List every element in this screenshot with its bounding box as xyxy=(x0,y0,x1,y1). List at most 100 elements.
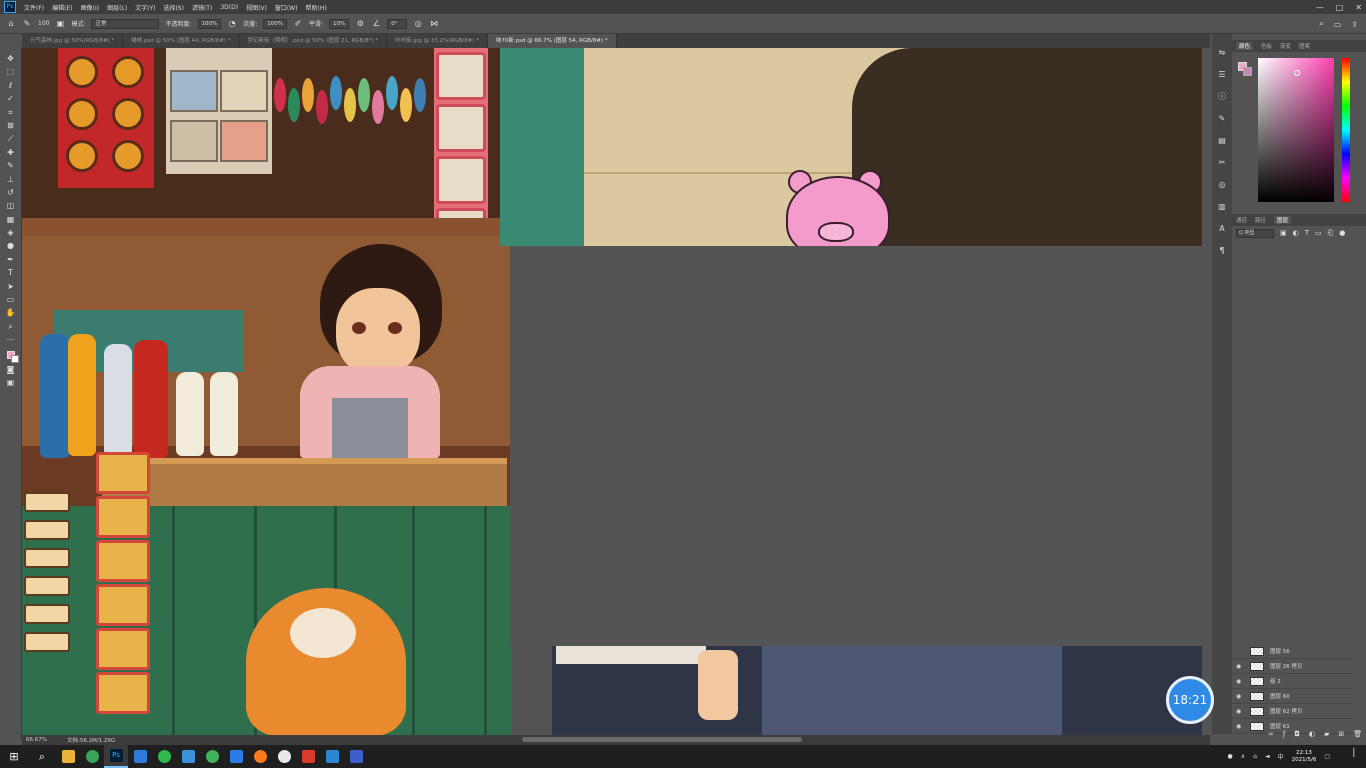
stamp-tool-icon[interactable]: ⊥ xyxy=(4,173,18,186)
layer-row[interactable]: ◉ 组 2 xyxy=(1232,674,1352,689)
recording-timer[interactable]: 18:21 xyxy=(1166,676,1214,724)
taskbar-folder[interactable] xyxy=(176,745,200,768)
quick-select-tool-icon[interactable]: ✓ xyxy=(4,92,18,105)
ime-icon[interactable]: 中 xyxy=(1278,752,1284,761)
volume-icon[interactable]: ◄ xyxy=(1265,753,1270,760)
pressure-opacity-icon[interactable]: ◔ xyxy=(227,19,237,29)
paragraph-icon[interactable]: ¶ xyxy=(1216,245,1228,257)
smooth-field[interactable]: 10% xyxy=(329,18,350,29)
taskbar-app-green[interactable] xyxy=(200,745,224,768)
trash-icon[interactable]: 🗑 xyxy=(1353,730,1362,738)
new-group-icon[interactable]: ▰ xyxy=(1324,730,1329,738)
menu-type[interactable]: 文字(Y) xyxy=(131,3,159,12)
add-mask-icon[interactable]: ◘ xyxy=(1294,730,1300,738)
taskbar-powerpoint[interactable] xyxy=(344,745,368,768)
notification-icon[interactable]: ▢ xyxy=(1324,753,1330,760)
lasso-tool-icon[interactable]: ℓ xyxy=(4,79,18,92)
tab-layers[interactable]: 图层 xyxy=(1274,216,1292,224)
tab-document[interactable]: 元气森林.jpg @ 50%(RGB/8#) * xyxy=(22,34,124,48)
filter-type-icon[interactable]: T xyxy=(1305,229,1309,237)
info-icon[interactable]: ⓘ xyxy=(1216,91,1228,103)
layer-row[interactable]: ◉ 图层 62 拷贝 xyxy=(1232,704,1352,719)
frame-tool-icon[interactable]: ⊠ xyxy=(4,119,18,132)
layer-row[interactable]: ◉ 图层 26 拷贝 xyxy=(1232,659,1352,674)
home-icon[interactable]: ⌂ xyxy=(6,19,16,29)
tab-document[interactable]: 梦幻新街（明明）.psd @ 50% (图层 21, RGB/8*) * xyxy=(240,34,388,48)
tab-document-active[interactable]: 味70新.psd @ 66.7% (图层 54, RGB/8#) * xyxy=(487,34,617,48)
filter-shape-icon[interactable]: ▭ xyxy=(1315,229,1322,237)
document-size[interactable]: 文档:58.2M/1.29G xyxy=(67,736,115,744)
taskbar-app-blue2[interactable] xyxy=(320,745,344,768)
taskbar-file-explorer[interactable] xyxy=(56,745,80,768)
zoom-level[interactable]: 66.67% xyxy=(26,737,47,743)
brush-panel-icon[interactable]: ✎ xyxy=(1216,113,1228,125)
document-canvas[interactable] xyxy=(22,48,1202,736)
mode-select[interactable]: 正常 xyxy=(91,18,160,29)
zoom-tool-icon[interactable]: ⌕ xyxy=(4,320,18,333)
shape-tool-icon[interactable]: ▭ xyxy=(4,293,18,306)
menu-view[interactable]: 视图(V) xyxy=(242,3,271,12)
screen-mode-icon[interactable]: ▣ xyxy=(4,376,18,389)
taskbar-app-blue[interactable] xyxy=(224,745,248,768)
adjustments-icon[interactable]: ▤ xyxy=(1216,135,1228,147)
tools-preset-icon[interactable]: ✂ xyxy=(1216,157,1228,169)
airbrush-icon[interactable]: ✐ xyxy=(293,19,303,29)
menu-window[interactable]: 窗口(W) xyxy=(271,3,302,12)
taskbar-wechat[interactable] xyxy=(152,745,176,768)
color-picker-cursor[interactable] xyxy=(1294,70,1300,76)
horizontal-scrollbar[interactable] xyxy=(522,737,802,742)
filter-smart-icon[interactable]: ⎗ xyxy=(1328,229,1334,238)
flow-field[interactable]: 100% xyxy=(263,18,288,29)
more-tools-icon[interactable]: ⋯ xyxy=(4,333,18,346)
tab-swatches[interactable]: 色板 xyxy=(1261,42,1272,50)
filter-toggle-icon[interactable]: ● xyxy=(1339,229,1345,237)
brush-size-value[interactable]: 100 xyxy=(38,20,49,27)
brush-tool-icon[interactable]: ✎ xyxy=(4,159,18,172)
tray-app-icon[interactable]: ● xyxy=(1228,753,1233,760)
tab-document[interactable]: 喵林.psd @ 50% (图层 44, RGB/8#) * xyxy=(123,34,240,48)
gradient-tool-icon[interactable]: ▦ xyxy=(4,213,18,226)
close-button[interactable]: ✕ xyxy=(1355,3,1362,12)
symmetry-icon[interactable]: ⋈ xyxy=(429,19,439,29)
eyedropper-tool-icon[interactable]: ⟋ xyxy=(4,132,18,145)
move-tool-icon[interactable]: ✥ xyxy=(4,52,18,65)
tab-gradients[interactable]: 渐变 xyxy=(1280,42,1291,50)
layer-filter-select[interactable]: Q 类型 xyxy=(1236,228,1274,238)
angle-field[interactable]: 0° xyxy=(387,18,408,29)
start-button[interactable]: ⊞ xyxy=(0,745,28,768)
properties-icon[interactable]: ☰ xyxy=(1216,69,1228,81)
layer-row[interactable]: ◉ 图层 60 xyxy=(1232,689,1352,704)
brush-settings-icon[interactable]: ▣ xyxy=(55,19,65,29)
tab-document[interactable]: 咔咔街.jpg @ 33.2%(RGB/8#) * xyxy=(387,34,488,48)
search-icon[interactable]: ⌕ xyxy=(28,745,56,768)
history-icon[interactable]: ⇋ xyxy=(1216,47,1228,59)
pen-tool-icon[interactable]: ✒ xyxy=(4,253,18,266)
taskbar-media[interactable] xyxy=(128,745,152,768)
visibility-eye-icon[interactable]: ◉ xyxy=(1236,708,1244,715)
marquee-tool-icon[interactable]: ⬚ xyxy=(4,65,18,78)
share-icon[interactable]: ⇪ xyxy=(1351,20,1358,29)
libraries-icon[interactable]: ▥ xyxy=(1216,201,1228,213)
menu-image[interactable]: 图像(I) xyxy=(77,3,103,12)
visibility-eye-icon[interactable]: ◉ xyxy=(1236,678,1244,685)
quick-mask-icon[interactable]: ◙ xyxy=(4,363,18,376)
tab-paths[interactable]: 路径 xyxy=(1255,216,1266,224)
opacity-field[interactable]: 100% xyxy=(197,18,222,29)
taskbar-clock[interactable]: 22:13 2021/5/6 xyxy=(1292,750,1317,764)
adjustment-layer-icon[interactable]: ◐ xyxy=(1309,730,1315,738)
taskbar-browser[interactable] xyxy=(80,745,104,768)
background-color-swatch[interactable] xyxy=(10,354,19,363)
layer-row[interactable]: 图层 56 xyxy=(1232,644,1352,659)
filter-pixel-icon[interactable]: ▣ xyxy=(1280,229,1287,237)
menu-help[interactable]: 帮助(H) xyxy=(302,3,331,12)
menu-file[interactable]: 文件(F) xyxy=(20,3,48,12)
brush-tool-icon[interactable]: ✎ xyxy=(22,19,32,29)
search-icon[interactable]: ⌕ xyxy=(1319,19,1323,29)
workspace-icon[interactable]: ▭ xyxy=(1334,20,1342,29)
minimize-button[interactable]: — xyxy=(1316,3,1324,12)
hand-tool-icon[interactable]: ✋ xyxy=(4,306,18,319)
visibility-eye-icon[interactable]: ◉ xyxy=(1236,693,1244,700)
pressure-size-icon[interactable]: ◎ xyxy=(413,19,423,29)
fx-icon[interactable]: ƒ xyxy=(1283,730,1285,738)
taskbar-photoshop[interactable]: Ps xyxy=(104,745,128,768)
